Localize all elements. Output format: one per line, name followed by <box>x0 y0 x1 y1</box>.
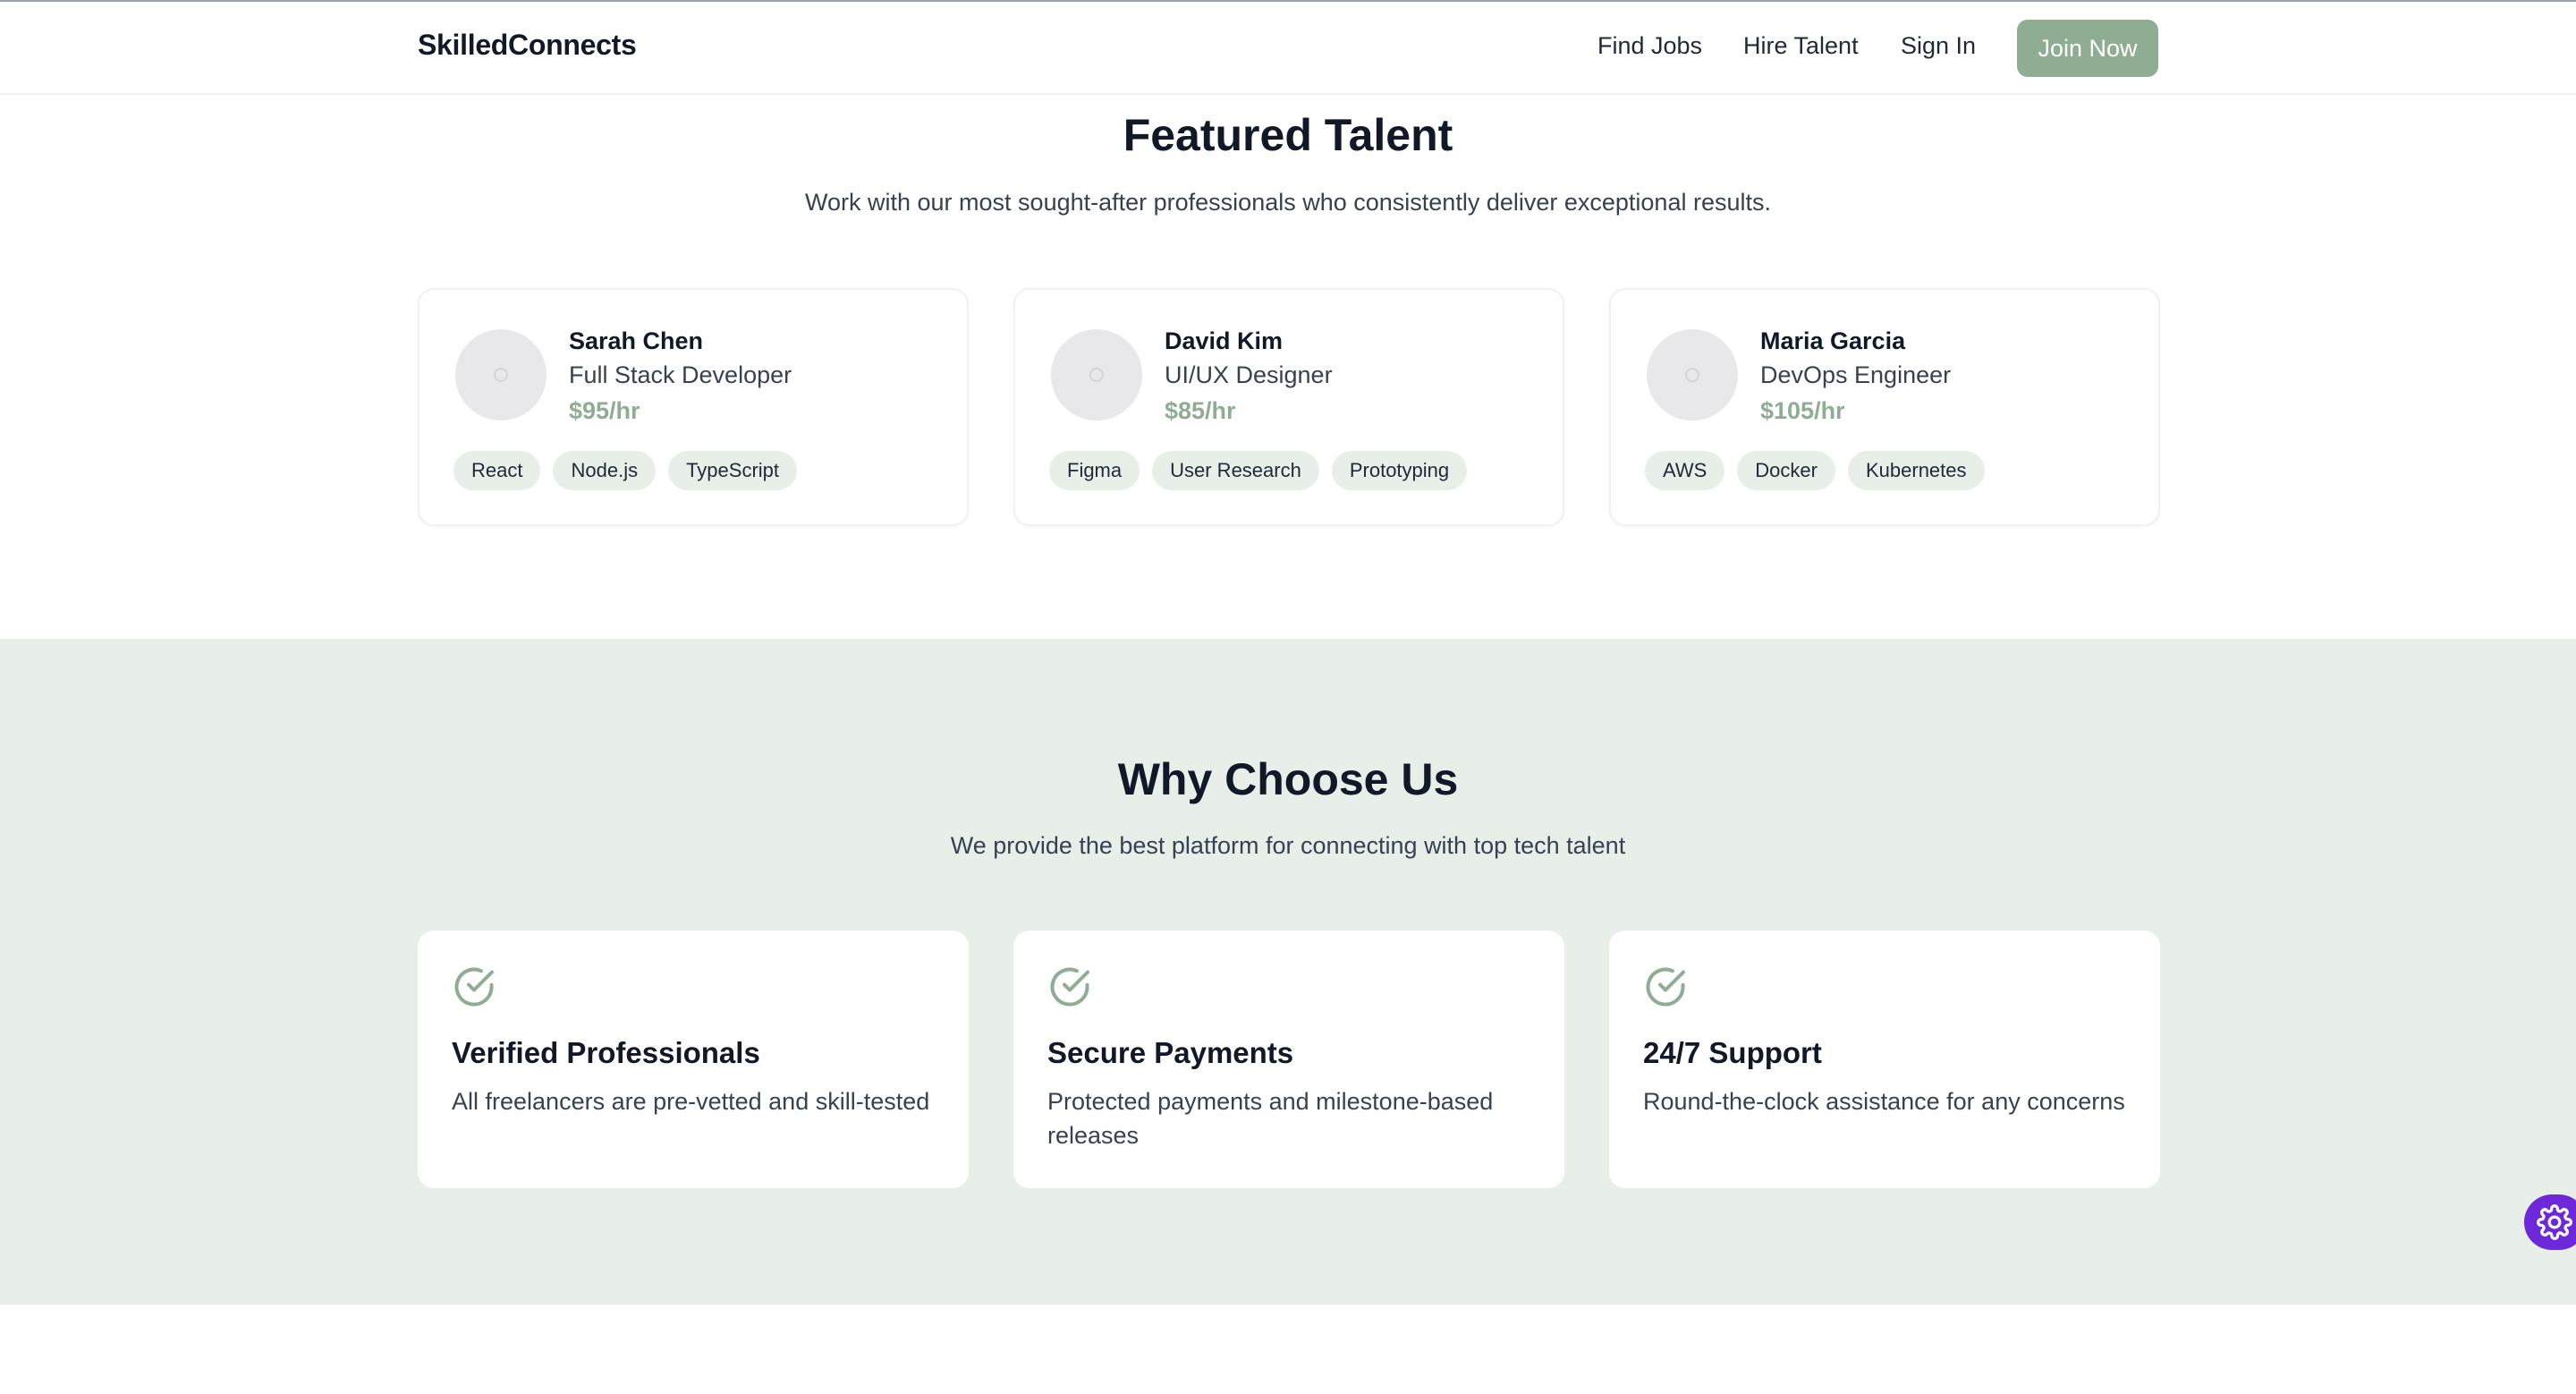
feature-description: All freelancers are pre-vetted and skill… <box>452 1088 930 1115</box>
skill-tags: Figma User Research Prototyping <box>1049 451 1468 490</box>
talent-name: David Kim <box>1165 327 1284 354</box>
feature-card-support: 24/7 Support Round-the-clock assistance … <box>1609 931 2160 1188</box>
check-circle-icon <box>1050 967 1089 1007</box>
skill-tag: Prototyping <box>1331 451 1468 490</box>
talent-rate: $95/hr <box>569 397 640 424</box>
nav-hire-talent[interactable]: Hire Talent <box>1743 32 1859 60</box>
talent-name: Sarah Chen <box>569 327 704 354</box>
feature-card-payments: Secure Payments Protected payments and m… <box>1013 931 1564 1188</box>
nav-sign-in[interactable]: Sign In <box>1901 32 1976 60</box>
feature-title: Secure Payments <box>1047 1036 1294 1069</box>
featured-talent-subtitle: Work with our most sought-after professi… <box>805 189 1771 216</box>
feature-title: Verified Professionals <box>452 1036 760 1069</box>
skill-tags: React Node.js TypeScript <box>453 451 798 490</box>
skill-tag: Docker <box>1737 451 1835 490</box>
talent-role: DevOps Engineer <box>1760 361 1952 388</box>
settings-floating-button[interactable] <box>2524 1194 2576 1250</box>
feature-description: Round-the-clock assistance for any conce… <box>1643 1088 2125 1115</box>
talent-card[interactable]: Sarah Chen Full Stack Developer $95/hr R… <box>418 288 969 526</box>
skill-tag: React <box>453 451 541 490</box>
avatar-placeholder-icon <box>1685 368 1699 382</box>
skill-tag: Kubernetes <box>1847 451 1985 490</box>
site-logo[interactable]: SkilledConnects <box>418 29 637 62</box>
nav-find-jobs[interactable]: Find Jobs <box>1597 32 1702 60</box>
avatar <box>1051 329 1142 421</box>
why-choose-us-title: Why Choose Us <box>1117 754 1459 804</box>
check-circle-icon <box>454 967 494 1007</box>
skill-tags: AWS Docker Kubernetes <box>1645 451 1985 490</box>
avatar <box>1647 329 1738 421</box>
skill-tag: Figma <box>1049 451 1140 490</box>
featured-talent-title: Featured Talent <box>1123 110 1453 160</box>
skill-tag: Node.js <box>553 451 657 490</box>
talent-card[interactable]: David Kim UI/UX Designer $85/hr Figma Us… <box>1013 288 1564 526</box>
talent-role: UI/UX Designer <box>1165 361 1333 388</box>
avatar-placeholder-icon <box>1089 368 1104 382</box>
feature-card-verified: Verified Professionals All freelancers a… <box>418 931 969 1188</box>
talent-rate: $85/hr <box>1165 397 1236 424</box>
why-choose-us-subtitle: We provide the best platform for connect… <box>950 832 1626 859</box>
join-now-button[interactable]: Join Now <box>2017 20 2158 77</box>
avatar-placeholder-icon <box>494 368 508 382</box>
feature-description: Protected payments and milestone-based r… <box>1047 1088 1494 1149</box>
skill-tag: User Research <box>1152 451 1319 490</box>
skill-tag: AWS <box>1645 451 1725 490</box>
talent-rate: $105/hr <box>1760 397 1845 424</box>
talent-role: Full Stack Developer <box>569 361 792 388</box>
gear-icon <box>2537 1204 2572 1240</box>
skill-tag: TypeScript <box>668 451 798 490</box>
feature-title: 24/7 Support <box>1643 1036 1822 1069</box>
site-header: SkilledConnects Find Jobs Hire Talent Si… <box>0 2 2576 95</box>
talent-card[interactable]: Maria Garcia DevOps Engineer $105/hr AWS… <box>1609 288 2160 526</box>
avatar <box>455 329 547 421</box>
check-circle-icon <box>1646 967 1685 1007</box>
talent-name: Maria Garcia <box>1760 327 1906 354</box>
